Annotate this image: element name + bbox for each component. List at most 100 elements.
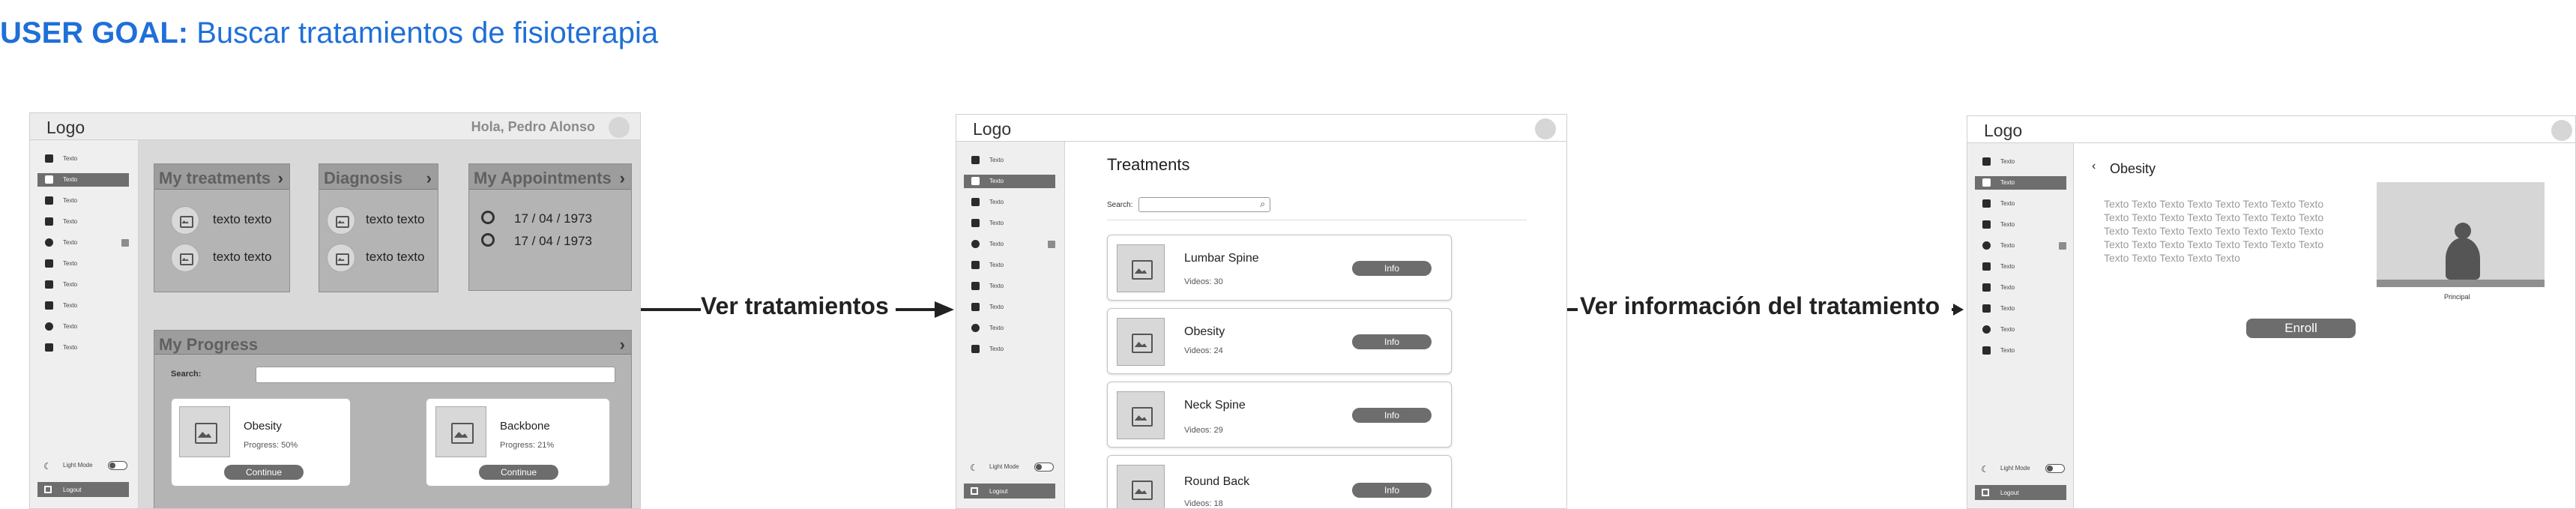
sidebar-item-chat[interactable]: Texto [1975, 239, 2066, 253]
info-button[interactable]: Info [1352, 483, 1432, 498]
person-body-icon [2446, 238, 2480, 280]
notification-badge [1048, 241, 1055, 248]
search-input[interactable] [256, 367, 615, 383]
chevron-right-icon[interactable]: › [620, 169, 625, 188]
sidebar-item-inbox[interactable]: Texto [37, 194, 129, 208]
card-title: My Progress › [154, 331, 631, 355]
logo[interactable]: Logo [46, 118, 85, 138]
toggle-switch[interactable] [1034, 463, 1054, 472]
treatment-card[interactable]: Obesity Videos: 24 Info [1107, 308, 1452, 374]
top-bar: Logo [956, 115, 1566, 142]
image-icon [327, 206, 355, 235]
sidebar-item-users[interactable]: Texto [964, 301, 1055, 314]
sidebar-item-book[interactable]: Texto [1975, 218, 2066, 232]
sidebar-item-label: Texto [989, 157, 1004, 163]
sidebar-item-apps[interactable]: Texto [37, 341, 129, 355]
sidebar-item-label: Texto [63, 239, 78, 246]
search-input[interactable]: ⌕ [1138, 197, 1270, 212]
sidebar-item-home[interactable]: Texto [1975, 155, 2066, 169]
treatments-screen: Logo Texto Texto Texto Texto Texto Texto… [956, 114, 1567, 509]
search-icon[interactable]: ⌕ [1260, 199, 1265, 210]
progress-card-title: Backbone [500, 420, 550, 433]
card-title: My treatments › [154, 164, 289, 190]
appointment-date: 17 / 04 / 1973 [514, 234, 592, 248]
my-appointments-card[interactable]: My Appointments › 17 / 04 / 1973 17 / 04 … [468, 163, 632, 291]
gear-icon [971, 324, 980, 332]
sidebar-item-label: Texto [63, 323, 78, 330]
chevron-right-icon[interactable]: › [620, 335, 625, 355]
image-icon [179, 406, 230, 457]
sidebar-item-apps[interactable]: Texto [964, 343, 1055, 356]
sidebar-item-users[interactable]: Texto [1975, 302, 2066, 316]
search-label: Search: [171, 370, 202, 379]
progress-card-backbone[interactable]: Backbone Progress: 21% Continue [426, 398, 610, 487]
info-button[interactable]: Info [1352, 261, 1432, 276]
toggle-switch[interactable] [108, 461, 127, 470]
card-title: My Appointments › [469, 164, 631, 190]
chevron-right-icon[interactable]: › [278, 169, 283, 188]
light-mode-toggle[interactable]: ☾ Light Mode [37, 458, 129, 473]
logout-button[interactable]: Logout [964, 484, 1055, 499]
sidebar-item-label: Texto [63, 344, 78, 351]
info-button[interactable]: Info [1352, 334, 1432, 349]
treatment-card[interactable]: Round Back Videos: 18 Info [1107, 455, 1452, 508]
users-icon [1982, 304, 1991, 313]
sidebar-item-home[interactable]: Texto [964, 154, 1055, 167]
back-chevron-icon[interactable]: ‹ [2092, 160, 2096, 173]
sidebar-item-book[interactable]: Texto [37, 215, 129, 229]
light-mode-toggle[interactable]: ☾ Light Mode [964, 460, 1055, 475]
avatar[interactable] [2551, 120, 2572, 141]
sidebar-item-grid[interactable]: Texto [37, 257, 129, 271]
sidebar-item-apps[interactable]: Texto [1975, 344, 2066, 358]
sidebar-item-inbox[interactable]: Texto [964, 196, 1055, 209]
logout-button[interactable]: Logout [1975, 485, 2066, 500]
info-button[interactable]: Info [1352, 408, 1432, 423]
sidebar-item-bag[interactable]: Texto [37, 278, 129, 292]
users-icon [45, 301, 53, 310]
media-bar [2377, 280, 2545, 287]
sidebar-item-bag[interactable]: Texto [964, 280, 1055, 293]
top-bar: Logo Hola, Pedro Alonso [30, 113, 640, 140]
treatment-videos: Videos: 24 [1184, 346, 1223, 355]
light-mode-toggle[interactable]: ☾ Light Mode [1975, 461, 2066, 476]
sidebar-item-tasks[interactable]: Texto [964, 175, 1055, 188]
treatment-videos: Videos: 29 [1184, 426, 1223, 435]
continue-button[interactable]: Continue [224, 465, 304, 480]
chevron-right-icon[interactable]: › [426, 169, 432, 188]
location-icon [481, 211, 495, 224]
sidebar-item-inbox[interactable]: Texto [1975, 197, 2066, 211]
dashboard-screen: Logo Hola, Pedro Alonso Texto Texto Text… [29, 112, 641, 509]
sidebar-item-home[interactable]: Texto [37, 152, 129, 166]
treatment-card[interactable]: Lumbar Spine Videos: 30 Info [1107, 235, 1452, 301]
sidebar-item-label: Texto [989, 241, 1004, 247]
sidebar-item-grid[interactable]: Texto [964, 259, 1055, 272]
sidebar-item-grid[interactable]: Texto [1975, 260, 2066, 274]
progress-card-obesity[interactable]: Obesity Progress: 50% Continue [171, 398, 351, 487]
sidebar-item-chat[interactable]: Texto [37, 236, 129, 250]
sidebar-item-settings[interactable]: Texto [964, 322, 1055, 335]
enroll-button[interactable]: Enroll [2246, 319, 2356, 338]
card-title-text: My Appointments [474, 169, 612, 187]
sidebar-item-chat[interactable]: Texto [964, 238, 1055, 251]
sidebar-item-tasks[interactable]: Texto [37, 173, 129, 187]
logout-button[interactable]: Logout [37, 482, 129, 497]
sidebar-item-bag[interactable]: Texto [1975, 281, 2066, 295]
treatment-card[interactable]: Neck Spine Videos: 29 Info [1107, 382, 1452, 448]
sidebar-item-tasks[interactable]: Texto [1975, 176, 2066, 190]
toggle-switch[interactable] [2045, 464, 2065, 473]
media-placeholder[interactable] [2377, 182, 2545, 287]
avatar[interactable] [609, 117, 630, 138]
logo[interactable]: Logo [973, 119, 1011, 139]
sidebar-item-label: Texto [2000, 284, 2015, 291]
sidebar-item-settings[interactable]: Texto [37, 320, 129, 334]
sidebar-item-book[interactable]: Texto [964, 217, 1055, 230]
continue-button[interactable]: Continue [479, 465, 558, 480]
sidebar-item-users[interactable]: Texto [37, 299, 129, 313]
treatment-videos: Videos: 18 [1184, 499, 1223, 508]
diagnosis-card[interactable]: Diagnosis › texto texto texto texto [319, 163, 438, 292]
my-treatments-card[interactable]: My treatments › texto texto texto texto [154, 163, 290, 292]
logo[interactable]: Logo [1984, 121, 2022, 141]
sidebar-item-settings[interactable]: Texto [1975, 323, 2066, 337]
avatar[interactable] [1535, 118, 1556, 139]
treatment-name: Neck Spine [1184, 399, 1246, 412]
